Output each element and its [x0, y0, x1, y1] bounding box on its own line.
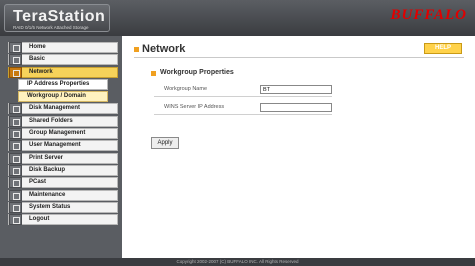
buffalo-brand: BUFFALO: [390, 7, 467, 23]
workgroup-name-row: Workgroup Name: [154, 83, 332, 97]
status-icon: [9, 201, 22, 213]
section-title: Workgroup Properties: [160, 69, 234, 76]
basic-icon: [9, 54, 22, 66]
maintenance-icon: [9, 189, 22, 201]
sidebar-item-logout[interactable]: Logout: [8, 214, 118, 226]
sidebar-item-disk-backup[interactable]: Disk Backup: [8, 164, 118, 176]
sidebar-item-disk-management[interactable]: Disk Management: [8, 103, 118, 115]
user-icon: [9, 140, 22, 152]
sidebar-item-pcast[interactable]: PCast: [8, 177, 118, 189]
title-bullet-icon: [134, 47, 139, 52]
sidebar-item-print-server[interactable]: Print Server: [8, 152, 118, 164]
wins-server-label: WINS Server IP Address: [164, 104, 225, 110]
sidebar-item-group-management[interactable]: Group Management: [8, 128, 118, 140]
workgroup-name-input[interactable]: [260, 85, 332, 94]
sidebar-item-label: Basic: [29, 56, 46, 63]
sidebar-item-basic[interactable]: Basic: [8, 54, 118, 66]
sidebar-item-label: IP Address Properties: [27, 80, 90, 87]
apply-button[interactable]: Apply: [151, 137, 179, 149]
sidebar-item-label: Group Management: [29, 130, 86, 137]
backup-icon: [9, 164, 22, 176]
sidebar-item-maintenance[interactable]: Maintenance: [8, 189, 118, 201]
sidebar-item-label: Maintenance: [29, 191, 66, 198]
home-icon: [9, 42, 22, 53]
sidebar-item-label: Workgroup / Domain: [27, 93, 86, 100]
workgroup-name-label: Workgroup Name: [164, 86, 207, 92]
sidebar-item-label: PCast: [29, 179, 47, 186]
section-bullet-icon: [151, 71, 156, 76]
sidebar-item-label: Network: [29, 68, 53, 75]
pcast-icon: [9, 177, 22, 189]
logo-title: TeraStation: [13, 8, 106, 25]
copyright-text: Copyright 2002-2007 (C) BUFFALO INC. All…: [176, 259, 299, 264]
sidebar-item-network[interactable]: Network: [8, 66, 118, 78]
printer-icon: [9, 152, 22, 164]
sidebar-item-shared-folders[interactable]: Shared Folders: [8, 115, 118, 127]
sidebar-nav: Home Basic Network IP Address Properties…: [8, 42, 118, 226]
wins-server-row: WINS Server IP Address: [154, 101, 332, 115]
folder-icon: [9, 115, 22, 127]
sidebar-item-home[interactable]: Home: [8, 42, 118, 53]
header-bar: TeraStation RAID 0/1/5 Network Attached …: [0, 0, 475, 36]
group-icon: [9, 128, 22, 140]
sidebar-item-label: Disk Management: [29, 105, 81, 112]
footer-bar: Copyright 2002-2007 (C) BUFFALO INC. All…: [0, 258, 475, 266]
sidebar-item-label: Print Server: [29, 154, 64, 161]
wins-server-ip-input[interactable]: [260, 103, 332, 112]
sidebar-item-label: Disk Backup: [29, 166, 66, 173]
logout-icon: [9, 214, 22, 226]
page-title: Network: [142, 43, 186, 55]
terastation-logo: TeraStation RAID 0/1/5 Network Attached …: [4, 4, 110, 32]
network-icon: [9, 66, 22, 78]
sidebar-item-system-status[interactable]: System Status: [8, 201, 118, 213]
help-button[interactable]: HELP: [424, 43, 462, 54]
logo-subtitle: RAID 0/1/5 Network Attached Storage: [13, 25, 89, 30]
sidebar-subitem-ip-address[interactable]: IP Address Properties: [18, 78, 108, 90]
sidebar-item-label: System Status: [29, 203, 71, 210]
sidebar-subitem-workgroup-domain[interactable]: Workgroup / Domain: [18, 91, 108, 103]
disk-icon: [9, 103, 22, 115]
sidebar-item-user-management[interactable]: User Management: [8, 140, 118, 152]
sidebar-item-label: User Management: [29, 142, 81, 149]
sidebar-item-label: Logout: [29, 216, 50, 223]
sidebar-item-label: Shared Folders: [29, 117, 73, 124]
sidebar-item-label: Home: [29, 44, 46, 50]
title-divider: [134, 57, 464, 58]
